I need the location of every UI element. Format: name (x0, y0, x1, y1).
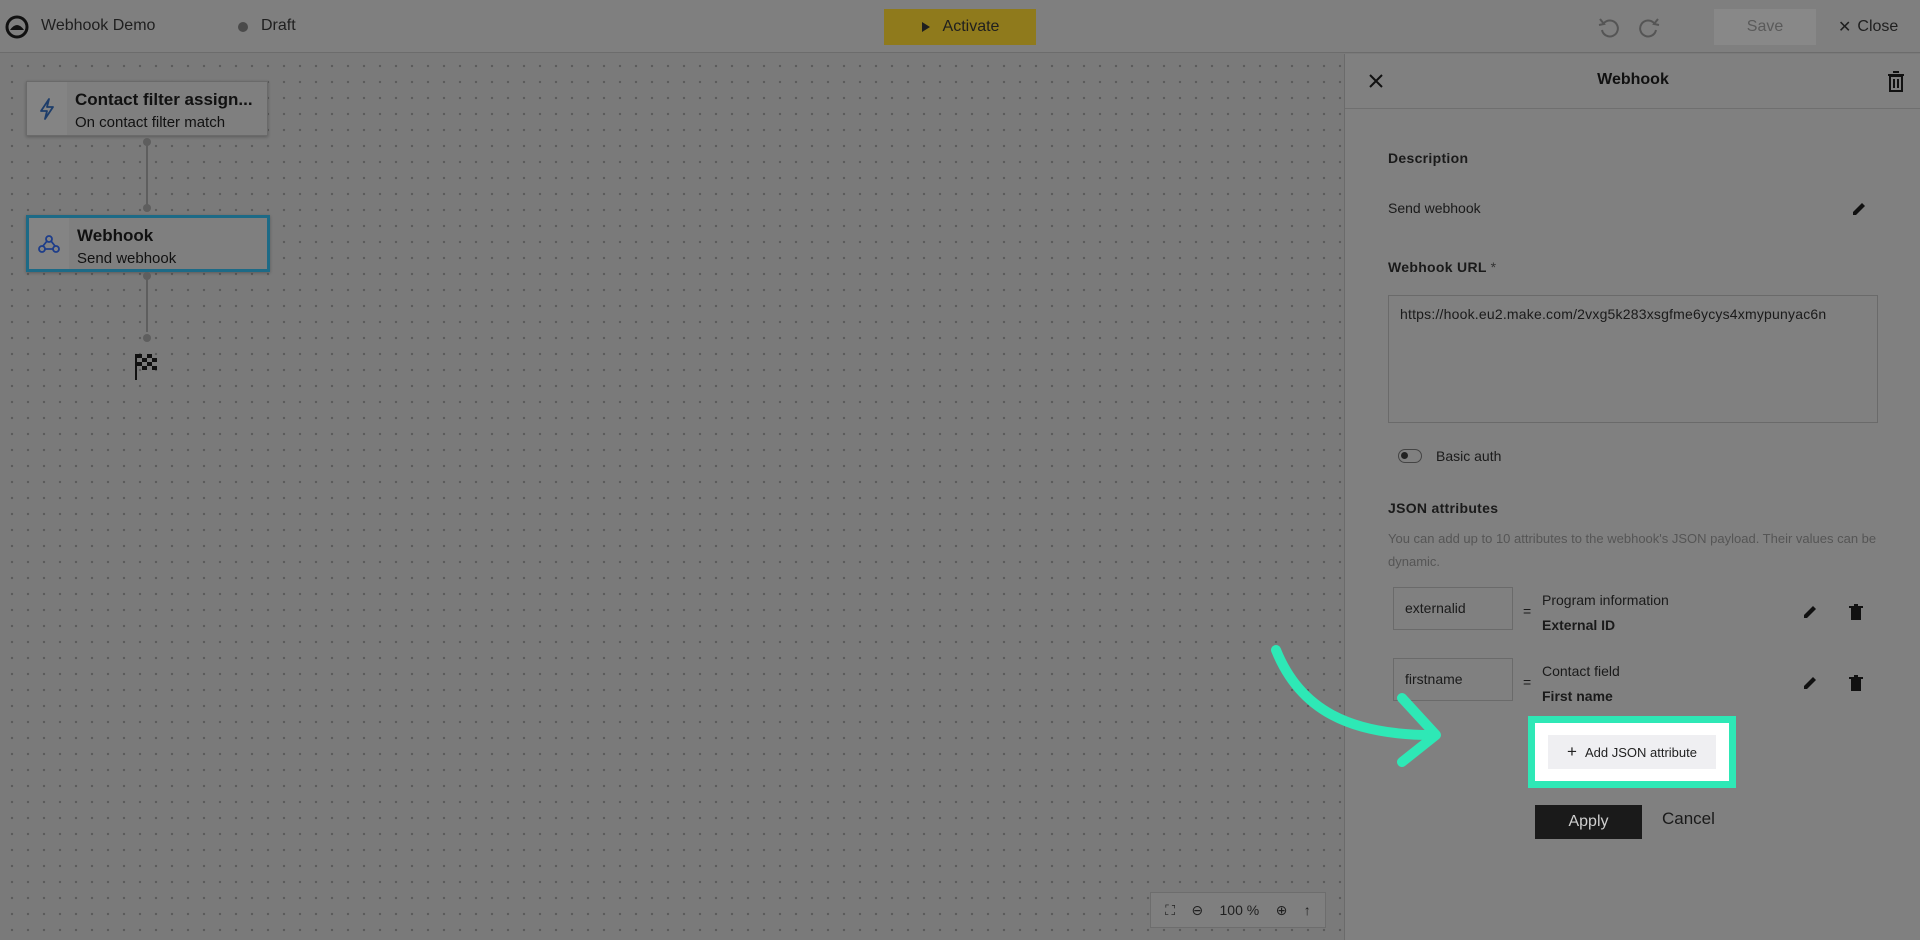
panel-header: Webhook (1345, 54, 1920, 109)
attribute-source-type: Contact field (1542, 663, 1620, 679)
finish-flag-icon (135, 354, 157, 380)
app-title: Webhook Demo (41, 17, 156, 34)
webhook-url-label-text: Webhook URL (1388, 259, 1487, 275)
edit-attribute-icon[interactable] (1801, 674, 1819, 692)
redo-icon[interactable] (1636, 14, 1662, 40)
delete-attribute-icon[interactable] (1847, 674, 1865, 692)
basic-auth-label: Basic auth (1436, 448, 1502, 464)
connector-dot (143, 334, 151, 342)
undo-icon[interactable] (1596, 14, 1622, 40)
zoom-in-icon[interactable]: ⊕ (1276, 902, 1288, 919)
json-attributes-label: JSON attributes (1388, 500, 1499, 516)
zoom-level: 100 % (1219, 902, 1260, 918)
activate-label: Activate (942, 18, 1000, 35)
connector-line (146, 142, 148, 208)
play-icon (921, 22, 930, 32)
connector-line (146, 276, 148, 332)
zoom-out-icon[interactable]: ⊖ (1191, 902, 1203, 919)
trigger-title: Contact filter assign... (75, 90, 253, 109)
close-icon: ✕ (1838, 19, 1852, 36)
top-bar: Webhook Demo Draft Activate Save ✕ Close (0, 0, 1920, 53)
required-mark: * (1490, 259, 1497, 275)
connector-dot (143, 204, 151, 212)
description-label: Description (1388, 150, 1469, 166)
delete-attribute-icon[interactable] (1847, 603, 1865, 621)
description-value: Send webhook (1388, 200, 1481, 216)
webhook-node[interactable]: Webhook Send webhook (26, 215, 270, 272)
activate-button[interactable]: Activate (884, 9, 1036, 45)
attribute-key-field[interactable]: externalid (1393, 587, 1513, 630)
app-logo-icon[interactable] (4, 14, 30, 40)
edit-description-icon[interactable] (1850, 200, 1868, 218)
trigger-subtitle: On contact filter match (75, 114, 226, 131)
webhook-title: Webhook (77, 226, 154, 245)
close-button[interactable]: ✕ Close (1838, 17, 1898, 37)
status-label: Draft (261, 17, 296, 34)
cancel-button[interactable]: Cancel (1662, 809, 1715, 829)
trigger-icon-box (27, 82, 67, 135)
webhook-subtitle: Send webhook (77, 250, 177, 267)
basic-auth-toggle[interactable] (1398, 449, 1422, 463)
equals-sign: = (1523, 674, 1532, 690)
equals-sign: = (1523, 603, 1532, 619)
edit-attribute-icon[interactable] (1801, 603, 1819, 621)
flow-canvas[interactable]: Contact filter assign... On contact filt… (0, 54, 1344, 940)
apply-button[interactable]: Apply (1535, 805, 1642, 839)
webhook-icon-box (29, 218, 69, 269)
add-json-attribute-button[interactable]: + Add JSON attribute (1548, 735, 1716, 769)
fit-screen-icon[interactable]: ⛶ (1165, 902, 1175, 919)
attribute-source-type: Program information (1542, 592, 1669, 608)
attribute-source-name: First name (1542, 688, 1613, 704)
webhook-url-label: Webhook URL * (1388, 259, 1496, 275)
status-dot (238, 22, 248, 32)
trash-icon[interactable] (1885, 69, 1907, 93)
arrow-up-icon[interactable]: ↑ (1304, 902, 1311, 918)
plus-icon: + (1567, 742, 1577, 761)
add-json-attribute-label: Add JSON attribute (1584, 744, 1697, 760)
panel-title: Webhook (1597, 71, 1669, 88)
save-button[interactable]: Save (1714, 9, 1816, 45)
lightning-icon (40, 97, 54, 120)
webhook-url-input[interactable]: https://hook.eu2.make.com/2vxg5k283xsgfm… (1388, 295, 1878, 423)
zoom-toolbar: ⛶ ⊖ 100 % ⊕ ↑ (1150, 892, 1326, 928)
pointer-arrow-icon (1271, 645, 1441, 767)
attribute-source-name: External ID (1542, 617, 1616, 633)
trigger-node[interactable]: Contact filter assign... On contact filt… (26, 81, 268, 136)
close-label: Close (1857, 18, 1899, 35)
webhook-icon (38, 234, 60, 253)
json-attributes-help: You can add up to 10 attributes to the w… (1388, 531, 1877, 569)
